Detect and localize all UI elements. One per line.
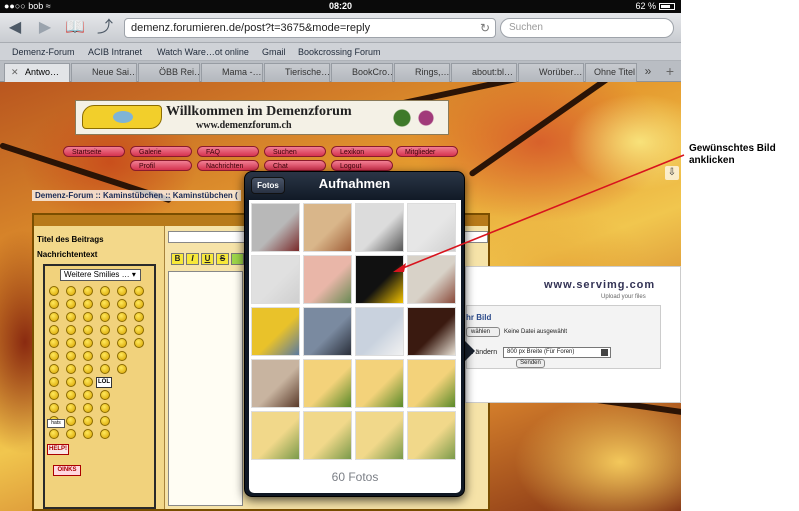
- annotation-arrow-line: [397, 154, 685, 271]
- annotation-line-2: anklicken: [689, 155, 735, 166]
- annotation-arrow: [393, 154, 685, 272]
- annotation-text: Gewünschtes Bild anklicken: [689, 143, 776, 167]
- annotation-line-1: Gewünschtes Bild: [689, 143, 776, 154]
- annotation-arrow-head: [393, 263, 406, 272]
